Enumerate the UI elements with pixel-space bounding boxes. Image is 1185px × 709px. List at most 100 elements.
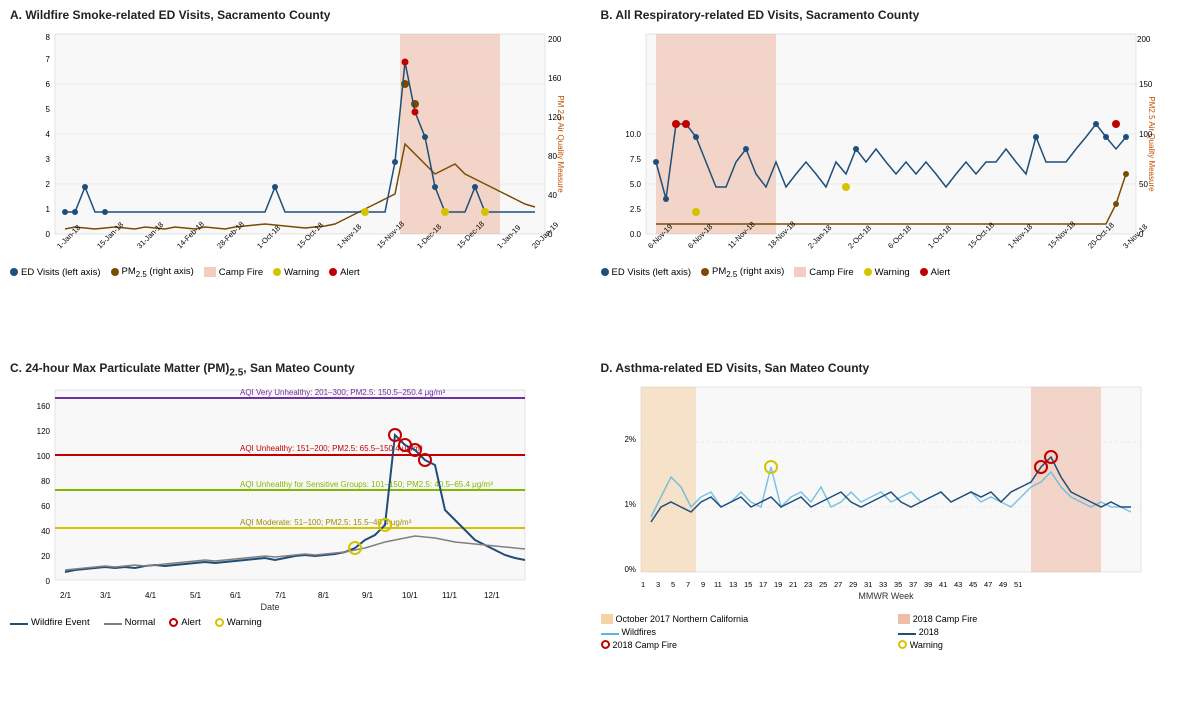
svg-text:6: 6 [46,80,51,89]
svg-text:10.0: 10.0 [625,130,641,139]
legend-campfire-a: Camp Fire [204,267,263,278]
svg-text:4/1: 4/1 [145,591,157,600]
svg-text:40: 40 [41,527,50,536]
svg-text:17: 17 [759,580,767,589]
svg-text:200: 200 [1137,35,1151,44]
svg-text:Date: Date [260,602,279,612]
svg-text:45: 45 [969,580,977,589]
svg-text:49: 49 [999,580,1007,589]
svg-text:20: 20 [41,552,50,561]
svg-text:5/1: 5/1 [190,591,202,600]
panel-c-title: C. 24-hour Max Particulate Matter (PM)2.… [10,361,585,378]
svg-text:51: 51 [1014,580,1022,589]
svg-text:3/1: 3/1 [100,591,112,600]
svg-text:AQI Very Unhealthy: 201–300; P: AQI Very Unhealthy: 201–300; PM2.5: 150.… [240,388,446,397]
panel-c: C. 24-hour Max Particulate Matter (PM)2.… [4,357,591,706]
svg-text:7.5: 7.5 [629,155,641,164]
svg-text:200: 200 [548,35,562,44]
panel-d-chart: ED Visits (%) 0% 1% 2% [601,377,1176,612]
svg-text:2: 2 [46,180,51,189]
svg-text:47: 47 [984,580,992,589]
chart-a-svg: ED Visits (No.) PM 2.5 Air Quality Measu… [10,24,570,264]
panel-a-legend: ED Visits (left axis) PM2.5 (right axis)… [10,266,585,279]
svg-text:3: 3 [656,580,660,589]
svg-text:40: 40 [548,191,557,200]
svg-text:11/1: 11/1 [442,591,458,600]
svg-text:0%: 0% [624,565,636,574]
legend-warning-c: Warning [215,617,262,628]
svg-text:2/1: 2/1 [60,591,72,600]
svg-text:6/1: 6/1 [230,591,242,600]
svg-text:0: 0 [46,577,51,586]
panel-d-legend: October 2017 Northern California 2018 Ca… [601,614,1176,650]
svg-text:12/1: 12/1 [484,591,500,600]
svg-text:AQI Unhealthy for Sensitive Gr: AQI Unhealthy for Sensitive Groups: 101–… [240,480,493,489]
legend-campfire-b: Camp Fire [794,267,853,278]
svg-text:5: 5 [671,580,675,589]
svg-text:29: 29 [849,580,857,589]
svg-text:13: 13 [729,580,737,589]
svg-text:37: 37 [909,580,917,589]
panel-b: B. All Respiratory-related ED Visits, Sa… [595,4,1182,353]
svg-text:19: 19 [774,580,782,589]
panel-b-chart: ED Visits (%) PM2.5 Air Quality Measure … [601,24,1176,264]
panel-a-title: A. Wildfire Smoke-related ED Visits, Sac… [10,8,585,22]
svg-text:3: 3 [46,155,51,164]
main-grid: A. Wildfire Smoke-related ED Visits, Sac… [0,0,1185,709]
svg-text:41: 41 [939,580,947,589]
svg-text:11: 11 [714,580,722,589]
legend-ed-visits-a: ED Visits (left axis) [10,267,101,278]
svg-text:35: 35 [894,580,902,589]
svg-text:1: 1 [46,205,51,214]
svg-text:60: 60 [41,502,50,511]
legend-campfire2018-d: 2018 Camp Fire [898,614,1175,624]
svg-text:0.0: 0.0 [629,230,641,239]
legend-oct2017-d: October 2017 Northern California [601,614,878,624]
legend-ed-visits-b: ED Visits (left axis) [601,267,692,278]
panel-b-title: B. All Respiratory-related ED Visits, Sa… [601,8,1176,22]
legend-warning-a: Warning [273,267,319,278]
panel-a: A. Wildfire Smoke-related ED Visits, Sac… [4,4,591,353]
panel-b-legend: ED Visits (left axis) PM2.5 (right axis)… [601,266,1176,279]
svg-text:50: 50 [1139,180,1148,189]
legend-pm25-a: PM2.5 (right axis) [111,266,194,279]
svg-text:9/1: 9/1 [362,591,374,600]
svg-text:1: 1 [641,580,645,589]
panel-d-title: D. Asthma-related ED Visits, San Mateo C… [601,361,1176,375]
svg-text:10/1: 10/1 [402,591,418,600]
svg-text:PM 2.5 Air Quality Measure: PM 2.5 Air Quality Measure [556,95,565,193]
svg-text:25: 25 [819,580,827,589]
chart-d-svg: ED Visits (%) 0% 1% 2% [601,377,1161,612]
svg-text:15: 15 [744,580,752,589]
legend-wildfires-d: Wildfires [601,627,878,637]
legend-normal-c: Normal [104,617,156,628]
svg-text:160: 160 [37,402,51,411]
svg-text:MMWR Week: MMWR Week [858,591,914,601]
svg-text:43: 43 [954,580,962,589]
legend-alert-c: Alert [169,617,201,628]
svg-text:9: 9 [701,580,705,589]
svg-text:160: 160 [548,74,562,83]
svg-text:100: 100 [37,452,51,461]
svg-text:39: 39 [924,580,932,589]
svg-text:2%: 2% [624,435,636,444]
svg-text:4: 4 [46,130,51,139]
svg-text:0: 0 [46,230,51,239]
svg-text:7: 7 [46,55,51,64]
svg-text:AQI Unhealthy: 151–200; PM2.5:: AQI Unhealthy: 151–200; PM2.5: 65.5–150.… [240,444,423,453]
panel-d: D. Asthma-related ED Visits, San Mateo C… [595,357,1182,706]
panel-c-chart: 24-hour Max PM2.5 0 20 40 60 80 100 120 … [10,380,585,615]
svg-text:1%: 1% [624,500,636,509]
svg-text:150: 150 [1139,80,1153,89]
legend-wildfire-c: Wildfire Event [10,617,90,628]
svg-text:27: 27 [834,580,842,589]
svg-text:120: 120 [37,427,51,436]
svg-text:5.0: 5.0 [629,180,641,189]
svg-text:33: 33 [879,580,887,589]
svg-text:80: 80 [548,152,557,161]
svg-text:80: 80 [41,477,50,486]
svg-text:120: 120 [548,113,562,122]
svg-text:8/1: 8/1 [318,591,330,600]
legend-alert-a: Alert [329,267,360,278]
chart-b-svg: ED Visits (%) PM2.5 Air Quality Measure … [601,24,1161,264]
